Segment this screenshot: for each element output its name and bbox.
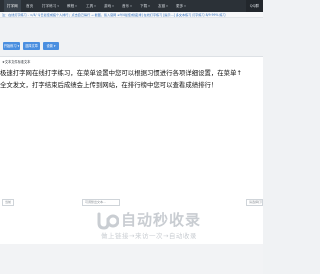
nav-item-tutorial[interactable]: 教程▾ [67, 0, 77, 12]
typing-practice-page: 打字网 首页 打字练习▾ 教程▾ 工具▾ 游戏▾ 音乐▾ 下载▾ 友链▾ 更多▾… [0, 0, 263, 274]
chevron-down-icon: ▾ [112, 4, 114, 8]
panel-tag: ★文本文件标准文本 [2, 60, 31, 64]
qq-group-link[interactable]: QQ群 [245, 0, 263, 12]
settings-button[interactable]: 设置 ▾ [43, 42, 59, 50]
chevron-down-icon: ▾ [75, 4, 77, 8]
source-line: 极速打字网在线打字练习，在菜单设置中您可以根据习惯进行各项详细设置，在菜单↑ [0, 69, 242, 77]
start-practice-button[interactable]: 开始练习 ▾ [3, 42, 20, 50]
watermark-subtitle: 做上链接→来访一次→自动收录 [101, 232, 197, 240]
watermark-title: 自动秒收录 [121, 211, 202, 229]
bottom-area [0, 244, 263, 274]
choose-article-button[interactable]: 选择文章 [23, 42, 40, 50]
current-field[interactable]: 当前 [2, 199, 14, 206]
typing-select-field[interactable]: 请选择打字 [246, 199, 263, 206]
chevron-down-icon: ▾ [130, 4, 132, 8]
nav-item-music[interactable]: 音乐▾ [122, 0, 132, 12]
input-row: 当前 可调整出文本... 请选择打字 [0, 196, 263, 210]
nav-brand[interactable]: 打字网 [4, 0, 21, 12]
text-adjust-field[interactable]: 可调整出文本... [82, 199, 120, 206]
chevron-down-icon: ▾ [184, 4, 186, 8]
watermark: 自动秒收录 做上链接→来访一次→自动收录 [95, 212, 255, 240]
chevron-down-icon: ▾ [148, 4, 150, 8]
nav-item-typing[interactable]: 打字练习▾ [42, 0, 59, 12]
nav-item-games[interactable]: 游戏▾ [104, 0, 114, 12]
watermark-logo-icon [97, 212, 119, 230]
source-line: 全文发文，打字结束后成绩会上传到网站，在排行榜中您可以查看成绩排行！ [0, 80, 218, 89]
nav-item-more[interactable]: 更多▾ [176, 0, 186, 12]
nav-item-tools[interactable]: 工具▾ [86, 0, 96, 12]
chevron-down-icon: ▾ [94, 4, 96, 8]
nav-item-home[interactable]: 首页 [26, 0, 33, 12]
nav-item-download[interactable]: 下载▾ [140, 0, 150, 12]
notice-bar[interactable]: 注：在线打字练习 - ∞/4/ 今日最佳成绩个人排行；点击自己得行 → 截图，载… [0, 12, 263, 18]
top-navbar: 打字网 首页 打字练习▾ 教程▾ 工具▾ 游戏▾ 音乐▾ 下载▾ 友链▾ 更多▾… [0, 0, 263, 12]
source-text: 极速打字网在线打字练习，在菜单设置中您可以根据习惯进行各项详细设置，在菜单↑ 全… [0, 68, 263, 91]
nav-item-links[interactable]: 友链▾ [158, 0, 168, 12]
chevron-down-icon: ▾ [57, 4, 59, 8]
chevron-down-icon: ▾ [166, 4, 168, 8]
